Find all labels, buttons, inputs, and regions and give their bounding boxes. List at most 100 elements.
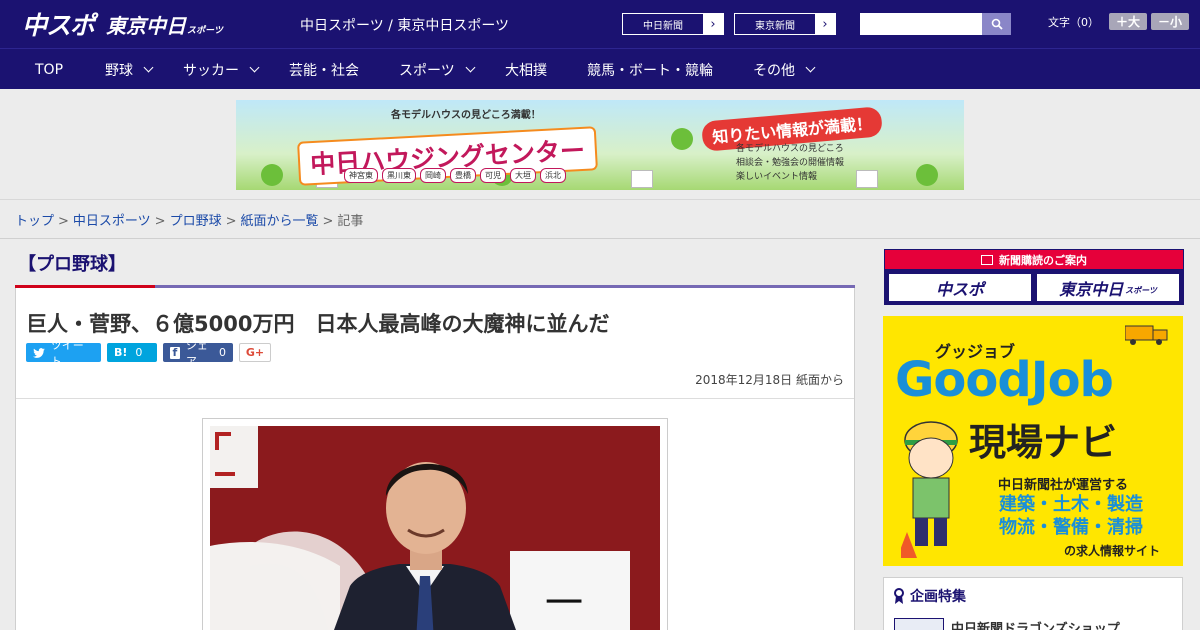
nav-item-label: サッカー — [183, 62, 239, 79]
nav-item-label: 大相撲 — [505, 62, 547, 79]
house-illustration — [631, 170, 653, 188]
font-size-label: 文字（0） — [1048, 15, 1099, 29]
feature-title: 企画特集 — [894, 586, 966, 606]
ad-feature: 相談会・勉強会の開催情報 — [736, 158, 845, 168]
truck-icon — [1125, 325, 1168, 345]
feature-item-link[interactable]: 中日新聞ドラゴンズショップ — [951, 618, 1120, 630]
divider — [0, 238, 1200, 239]
tweet-button[interactable]: ツイート — [26, 339, 101, 368]
tokyo-shimbun-link[interactable]: 東京新聞 › — [734, 13, 836, 35]
article-photo[interactable]: 一 — [210, 426, 660, 630]
goodjob-line3: 物流・警備・清掃 — [999, 517, 1143, 538]
breadcrumb-link-top[interactable]: トップ — [15, 214, 54, 229]
nav-item-entertainment[interactable]: 芸能・社会 — [289, 49, 359, 90]
tweet-label: ツイート — [50, 338, 84, 368]
nav-item-top[interactable]: TOP — [35, 49, 63, 90]
breadcrumb-current: 記事 — [337, 214, 364, 229]
goodjob-subtitle: 現場ナビ — [969, 421, 1117, 464]
article-date: 2018年12月18日 紙面から — [695, 373, 844, 387]
ad-features: 各モデルハウスの見どころ 相談会・勉強会の開催情報 楽しいイベント情報 — [736, 142, 844, 184]
subscribe-chuspo-button[interactable]: 中スポ — [888, 273, 1032, 302]
hatena-bookmark-button[interactable]: B! 0 — [107, 343, 157, 362]
nav-item-label: スポーツ — [399, 62, 455, 79]
nav-item-other[interactable]: その他 — [753, 49, 816, 90]
ad-town: 黒川東 — [382, 168, 416, 183]
feature-section: 企画特集 中日新聞ドラゴンズショップ — [883, 577, 1183, 630]
nav-item-label: TOP — [35, 61, 64, 78]
site-logo[interactable]: 中スポ 東京中日 スポーツ — [22, 8, 223, 40]
breadcrumb-link-pro-baseball[interactable]: プロ野球 — [170, 214, 222, 229]
logo-tokyo-chunichi: 東京中日 — [106, 13, 187, 38]
logo-sports-suffix: スポーツ — [187, 25, 223, 36]
chevron-down-icon — [465, 62, 476, 73]
google-plus-button[interactable]: G+ — [239, 343, 271, 362]
feature-title-text: 企画特集 — [910, 589, 966, 605]
facebook-share-label: シェア — [185, 338, 208, 368]
facebook-share-button[interactable]: f シェア 0 — [163, 339, 233, 368]
svg-text:一: 一 — [545, 581, 583, 625]
hatena-icon: B! — [114, 346, 128, 359]
search-input[interactable] — [860, 13, 982, 35]
search-icon — [991, 18, 1003, 30]
breadcrumb-link-chunichi-sports[interactable]: 中日スポーツ — [73, 214, 151, 229]
newspaper-icon — [981, 254, 993, 265]
ad-feature: 各モデルハウスの見どころ — [736, 144, 844, 154]
tree-illustration — [261, 164, 283, 186]
ad-town: 大垣 — [510, 168, 536, 183]
font-smaller-button[interactable]: －小 — [1151, 13, 1189, 30]
nav-item-racing[interactable]: 競馬・ボート・競輪 — [587, 49, 713, 90]
ad-town: 神宮東 — [344, 168, 378, 183]
chevron-down-icon — [249, 62, 260, 73]
font-bigger-button[interactable]: ＋大 — [1109, 13, 1147, 30]
subscription-box: 新聞購読のご案内 中スポ 東京中日 スポーツ — [884, 249, 1184, 305]
subscribe-tokyo-chunichi-button[interactable]: 東京中日 スポーツ — [1036, 273, 1180, 302]
search-button[interactable] — [982, 13, 1011, 35]
tree-illustration — [916, 164, 938, 186]
chunichi-shimbun-label: 中日新聞 — [623, 14, 703, 34]
nav-item-label: 競馬・ボート・競輪 — [587, 62, 713, 79]
ad-feature: 楽しいイベント情報 — [736, 172, 818, 182]
housing-center-ad[interactable]: 各モデルハウスの見どころ満載！ 中日ハウジングセンター 神宮東 黒川東 岡崎 豊… — [236, 100, 964, 190]
ribbon-icon — [894, 588, 904, 604]
goodjob-ad[interactable]: グッジョブ GoodJob 現場ナビ 中日新聞社が運営する 建築・土木・製造 物… — [883, 316, 1183, 566]
worker-mascot-illustration — [901, 421, 958, 558]
breadcrumb: トップ > 中日スポーツ > プロ野球 > 紙面から一覧 > 記事 — [15, 214, 364, 229]
nav-item-label: 芸能・社会 — [289, 62, 359, 79]
feature-thumbnail[interactable] — [894, 618, 944, 630]
share-buttons: ツイート B! 0 f シェア 0 G+ — [26, 339, 277, 368]
nav-item-label: その他 — [753, 62, 795, 79]
article-card: 巨人・菅野、６億5000万円 日本人最高峰の大魔神に並んだ ツイート B! 0 … — [15, 288, 855, 630]
ad-town: 可児 — [480, 168, 506, 183]
nav-item-label: 野球 — [105, 62, 133, 79]
facebook-icon: f — [170, 346, 180, 359]
main-nav: TOP 野球 サッカー 芸能・社会 スポーツ 大相撲 競馬・ボート・競輪 その他 — [0, 48, 1200, 89]
goodjob-line1: 中日新聞社が運営する — [998, 478, 1129, 493]
subscribe-tokyo-suffix: スポーツ — [1125, 286, 1157, 295]
logo-chuspo: 中スポ — [22, 11, 95, 40]
subscription-title-text: 新聞購読のご案内 — [999, 253, 1087, 267]
site-title: 中日スポーツ / 東京中日スポーツ — [300, 18, 510, 34]
breadcrumb-link-paper-list[interactable]: 紙面から一覧 — [241, 214, 319, 229]
tokyo-shimbun-label: 東京新聞 — [735, 14, 815, 34]
chevron-down-icon — [805, 62, 816, 73]
divider — [16, 398, 854, 399]
chunichi-shimbun-link[interactable]: 中日新聞 › — [622, 13, 724, 35]
nav-item-sumo[interactable]: 大相撲 — [505, 49, 547, 90]
nav-item-sports[interactable]: スポーツ — [399, 49, 476, 90]
article-headline: 巨人・菅野、６億5000万円 日本人最高峰の大魔神に並んだ — [26, 312, 610, 336]
facebook-share-count: 0 — [219, 346, 226, 359]
search-box — [860, 13, 1011, 35]
nav-item-baseball[interactable]: 野球 — [105, 49, 154, 90]
nav-item-soccer[interactable]: サッカー — [183, 49, 260, 90]
font-size-control: 文字（0） ＋大 －小 — [1048, 13, 1189, 30]
chevron-down-icon — [143, 62, 154, 73]
twitter-icon — [33, 347, 45, 358]
ad-town: 豊橋 — [450, 168, 476, 183]
chevron-right-icon: › — [815, 14, 835, 34]
hatena-count: 0 — [135, 346, 143, 359]
goodjob-line4: の求人情報サイト — [1064, 544, 1161, 558]
ad-tagline: 各モデルハウスの見どころ満載！ — [391, 110, 541, 121]
header-bar: 中スポ 東京中日 スポーツ 中日スポーツ / 東京中日スポーツ 中日新聞 › 東… — [0, 0, 1200, 48]
chevron-right-icon: › — [703, 14, 723, 34]
ad-town-list: 神宮東 黒川東 岡崎 豊橋 可児 大垣 浜北 — [344, 168, 570, 183]
